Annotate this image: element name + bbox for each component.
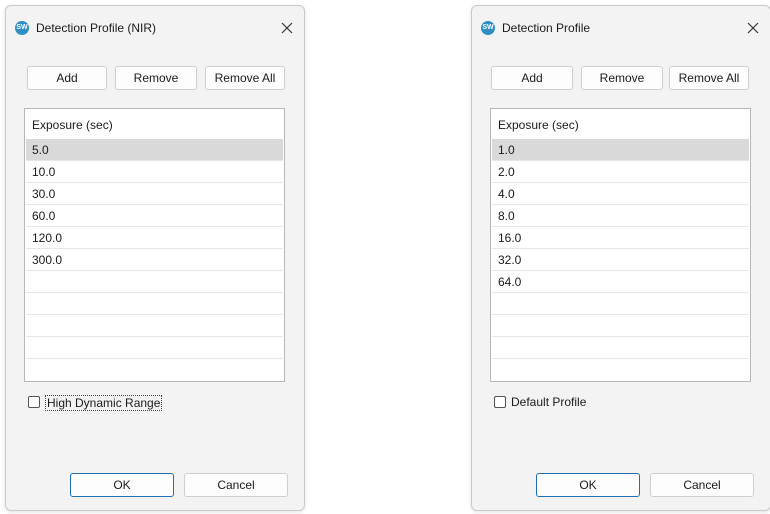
list-item[interactable]: 64.0: [492, 271, 749, 293]
empty-row: [492, 315, 749, 337]
remove-all-button[interactable]: Remove All: [205, 66, 285, 90]
list-item[interactable]: 32.0: [492, 249, 749, 271]
list-item[interactable]: 60.0: [26, 205, 283, 227]
ok-button[interactable]: OK: [536, 473, 640, 497]
sw-logo-icon: SW: [15, 21, 29, 35]
title-bar: SW Detection Profile (NIR): [6, 6, 304, 50]
empty-row: [492, 359, 749, 381]
close-icon: [747, 22, 759, 34]
detection-profile-dialog: SW Detection Profile Add Remove Remove A…: [471, 5, 770, 511]
empty-row: [492, 337, 749, 359]
list-item[interactable]: 16.0: [492, 227, 749, 249]
list-item[interactable]: 120.0: [26, 227, 283, 249]
remove-button[interactable]: Remove: [115, 66, 197, 90]
cancel-button[interactable]: Cancel: [650, 473, 754, 497]
empty-row: [26, 315, 283, 337]
empty-row: [26, 359, 283, 381]
add-button[interactable]: Add: [27, 66, 107, 90]
list-item[interactable]: 300.0: [26, 249, 283, 271]
ok-button[interactable]: OK: [70, 473, 174, 497]
cancel-button[interactable]: Cancel: [184, 473, 288, 497]
empty-row: [26, 337, 283, 359]
list-item[interactable]: 5.0: [26, 139, 283, 161]
add-button[interactable]: Add: [491, 66, 573, 90]
dialog-title: Detection Profile (NIR): [36, 21, 157, 35]
list-item[interactable]: 30.0: [26, 183, 283, 205]
empty-row: [26, 271, 283, 293]
checkbox-box[interactable]: [28, 396, 40, 408]
close-icon: [281, 22, 293, 34]
checkbox-box[interactable]: [494, 396, 506, 408]
checkbox-label: High Dynamic Range: [45, 395, 163, 411]
list-item[interactable]: 8.0: [492, 205, 749, 227]
list-item[interactable]: 4.0: [492, 183, 749, 205]
detection-profile-nir-dialog: SW Detection Profile (NIR) Add Remove Re…: [5, 5, 305, 511]
empty-row: [26, 293, 283, 315]
list-header: Exposure (sec): [32, 118, 113, 132]
remove-all-button[interactable]: Remove All: [669, 66, 749, 90]
title-bar: SW Detection Profile: [472, 6, 770, 50]
exposure-list[interactable]: Exposure (sec) 5.0 10.0 30.0 60.0 120.0 …: [24, 108, 285, 382]
list-header: Exposure (sec): [498, 118, 579, 132]
list-item[interactable]: 10.0: [26, 161, 283, 183]
list-item[interactable]: 1.0: [492, 139, 749, 161]
list-item[interactable]: 2.0: [492, 161, 749, 183]
empty-row: [492, 293, 749, 315]
remove-button[interactable]: Remove: [581, 66, 663, 90]
checkbox-label: Default Profile: [511, 395, 587, 409]
close-button[interactable]: [740, 15, 766, 41]
exposure-list[interactable]: Exposure (sec) 1.0 2.0 4.0 8.0 16.0 32.0…: [490, 108, 751, 382]
sw-logo-icon: SW: [481, 21, 495, 35]
dialog-title: Detection Profile: [502, 21, 591, 35]
close-button[interactable]: [274, 15, 300, 41]
